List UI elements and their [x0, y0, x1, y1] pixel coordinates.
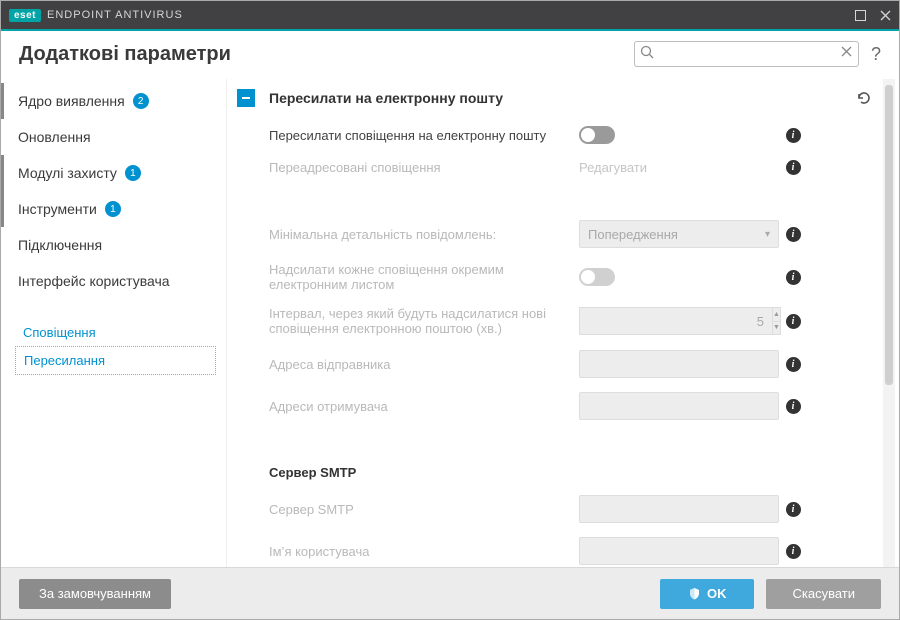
window-maximize-icon[interactable]	[855, 10, 866, 21]
sender-input[interactable]	[579, 350, 779, 378]
sidebar-badge: 1	[125, 165, 141, 181]
shield-icon	[688, 587, 701, 600]
sidebar-item-label: Інтерфейс користувача	[18, 273, 170, 289]
window-close-icon[interactable]	[880, 10, 891, 21]
search-box	[634, 41, 859, 67]
button-label: OK	[707, 586, 727, 601]
sidebar-item-connection[interactable]: Підключення	[1, 227, 216, 263]
undo-icon[interactable]	[855, 89, 873, 107]
section-title: Пересилати на електронну пошту	[269, 90, 855, 106]
info-icon[interactable]: i	[786, 357, 801, 372]
cancel-button[interactable]: Скасувати	[766, 579, 881, 609]
interval-input[interactable]	[579, 307, 772, 335]
info-icon[interactable]: i	[786, 544, 801, 559]
info-icon[interactable]: i	[786, 128, 801, 143]
toggle-forward-email[interactable]	[579, 126, 615, 144]
row-label: Адреса відправника	[269, 357, 579, 372]
row-each-separate: Надсилати кожне сповіщення окремим елект…	[237, 255, 879, 299]
sidebar-item-update[interactable]: Оновлення	[1, 119, 216, 155]
ok-button[interactable]: OK	[660, 579, 755, 609]
sidebar-item-label: Оновлення	[18, 129, 91, 145]
sidebar-badge: 1	[105, 201, 121, 217]
footer: За замовчуванням OK Скасувати	[1, 567, 899, 619]
help-icon[interactable]: ?	[871, 44, 881, 65]
section-header: Пересилати на електронну пошту	[237, 79, 879, 119]
smtp-server-input[interactable]	[579, 495, 779, 523]
sidebar-badge: 2	[133, 93, 149, 109]
clear-search-icon[interactable]	[840, 45, 853, 58]
sidebar-sub-forwarding[interactable]: Пересилання	[15, 346, 216, 375]
body: Ядро виявлення 2 Оновлення Модулі захист…	[1, 79, 899, 567]
page-title: Додаткові параметри	[19, 43, 231, 66]
sidebar-item-protection-modules[interactable]: Модулі захисту 1	[1, 155, 216, 191]
row-sender: Адреса відправника i	[237, 343, 879, 385]
button-label: За замовчуванням	[39, 586, 151, 601]
sidebar-sub-items: Сповіщення Пересилання	[15, 319, 216, 375]
scrollbar-thumb[interactable]	[885, 85, 893, 385]
info-icon[interactable]: i	[786, 314, 801, 329]
scrollbar[interactable]	[883, 79, 895, 567]
sidebar-item-ui[interactable]: Інтерфейс користувача	[1, 263, 216, 299]
chevron-down-icon: ▾	[765, 229, 770, 240]
row-label: Інтервал, через який будуть надсилатися …	[269, 306, 579, 336]
button-label: Скасувати	[792, 586, 855, 601]
sidebar-item-label: Модулі захисту	[18, 165, 117, 181]
sidebar-item-label: Ядро виявлення	[18, 93, 125, 109]
interval-stepper: ▲ ▼	[579, 307, 779, 335]
row-forward-email: Пересилати сповіщення на електронну пошт…	[237, 119, 879, 151]
sidebar-sub-label: Пересилання	[24, 353, 105, 368]
verbosity-select[interactable]: Попередження ▾	[579, 220, 779, 248]
brand-logo-box: eset	[9, 9, 41, 22]
row-smtp-user: Ім’я користувача i	[237, 530, 879, 567]
row-label: Переадресовані сповіщення	[269, 160, 579, 175]
info-icon[interactable]: i	[786, 227, 801, 242]
sidebar-item-tools[interactable]: Інструменти 1	[1, 191, 216, 227]
app-window: eset ENDPOINT ANTIVIRUS Додаткові параме…	[0, 0, 900, 620]
sidebar-sub-notifications[interactable]: Сповіщення	[15, 319, 216, 346]
row-forwarded-notifications: Переадресовані сповіщення Редагувати i	[237, 151, 879, 183]
row-label: Сервер SMTP	[269, 502, 579, 517]
row-label: Адреси отримувача	[269, 399, 579, 414]
sidebar-item-label: Підключення	[18, 237, 102, 253]
content-panel: Пересилати на електронну пошту Пересилат…	[226, 79, 883, 567]
row-verbosity: Мінімальна детальність повідомлень: Попе…	[237, 213, 879, 255]
header: Додаткові параметри ?	[1, 31, 899, 79]
sidebar-item-label: Інструменти	[18, 201, 97, 217]
titlebar: eset ENDPOINT ANTIVIRUS	[1, 1, 899, 29]
info-icon[interactable]: i	[786, 160, 801, 175]
row-label: Пересилати сповіщення на електронну пошт…	[269, 128, 579, 143]
brand: eset ENDPOINT ANTIVIRUS	[9, 9, 183, 22]
sidebar: Ядро виявлення 2 Оновлення Модулі захист…	[1, 79, 226, 567]
smtp-section-title: Сервер SMTP	[237, 457, 879, 488]
row-label: Мінімальна детальність повідомлень:	[269, 227, 579, 242]
sidebar-item-detection-core[interactable]: Ядро виявлення 2	[1, 83, 216, 119]
edit-link[interactable]: Редагувати	[579, 160, 647, 175]
product-name: ENDPOINT ANTIVIRUS	[47, 9, 183, 21]
row-interval: Інтервал, через який будуть надсилатися …	[237, 299, 879, 343]
sidebar-sub-label: Сповіщення	[23, 325, 96, 340]
content-wrap: Пересилати на електронну пошту Пересилат…	[226, 79, 899, 567]
search-icon	[640, 45, 655, 60]
toggle-each-separate[interactable]	[579, 268, 615, 286]
smtp-user-input[interactable]	[579, 537, 779, 565]
collapse-icon[interactable]	[237, 89, 255, 107]
row-label: Надсилати кожне сповіщення окремим елект…	[269, 262, 579, 292]
info-icon[interactable]: i	[786, 399, 801, 414]
select-value: Попередження	[588, 227, 678, 242]
recipient-input[interactable]	[579, 392, 779, 420]
row-recipient: Адреси отримувача i	[237, 385, 879, 427]
defaults-button[interactable]: За замовчуванням	[19, 579, 171, 609]
row-smtp-server: Сервер SMTP i	[237, 488, 879, 530]
info-icon[interactable]: i	[786, 270, 801, 285]
row-label: Ім’я користувача	[269, 544, 579, 559]
search-input[interactable]	[634, 41, 859, 67]
info-icon[interactable]: i	[786, 502, 801, 517]
